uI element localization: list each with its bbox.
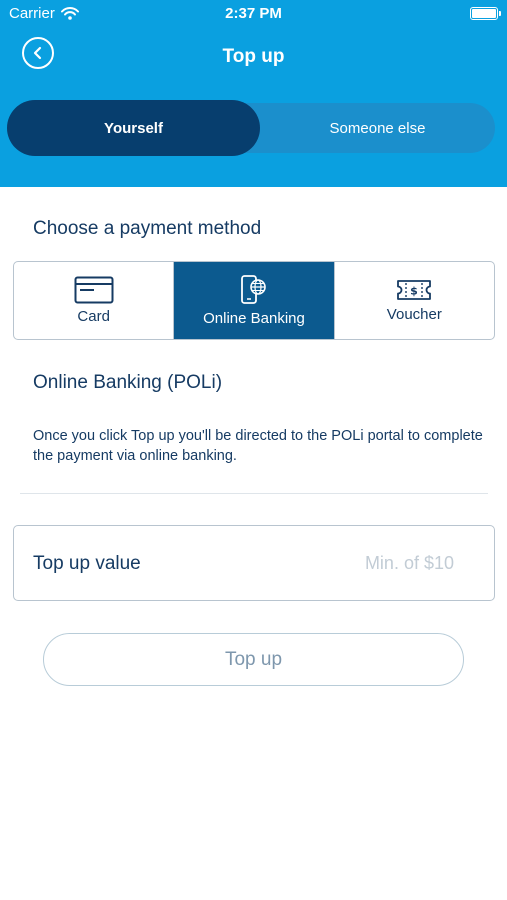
method-online-banking[interactable]: Online Banking [173,262,334,339]
topup-value-input[interactable] [274,548,454,578]
payment-method-selector: Card Online Banking $ Voucher [13,261,495,340]
status-bar: Carrier 2:37 PM [0,0,507,28]
header: Carrier 2:37 PM Top up Yourself Someone … [0,0,507,187]
voucher-ticket-icon: $ [397,280,432,300]
method-voucher-label: Voucher [386,306,442,323]
method-info-title: Online Banking (POLi) [33,372,223,393]
tab-yourself[interactable]: Yourself [7,100,260,156]
method-voucher[interactable]: $ Voucher [333,262,494,339]
status-time: 2:37 PM [225,5,282,22]
page-title: Top up [222,46,285,67]
topup-button[interactable]: Top up [43,633,464,686]
method-card-label: Card [77,308,110,325]
phone-globe-icon [241,275,266,304]
svg-text:$: $ [410,285,418,298]
credit-card-icon [74,276,114,304]
tab-someone-else[interactable]: Someone else [260,103,495,153]
divider [20,493,488,494]
topup-value-field[interactable]: Top up value [13,525,495,601]
method-card[interactable]: Card [14,262,173,339]
method-online-banking-label: Online Banking [203,310,305,327]
payment-method-heading: Choose a payment method [33,218,262,239]
battery-icon [470,7,501,20]
method-info-text: Once you click Top up you'll be directed… [33,428,483,464]
topup-value-label: Top up value [33,553,141,574]
recipient-segmented-control: Yourself Someone else [7,100,495,156]
